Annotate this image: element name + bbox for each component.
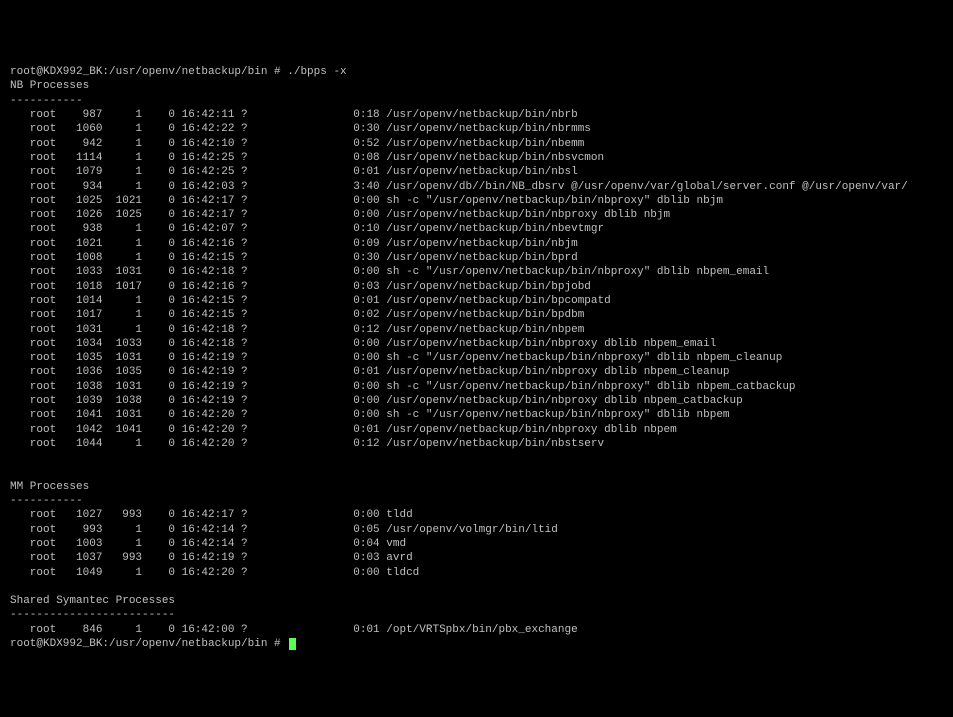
terminal-output: root@KDX992_BK:/usr/openv/netbackup/bin … xyxy=(10,66,908,650)
cursor-block xyxy=(289,638,296,650)
